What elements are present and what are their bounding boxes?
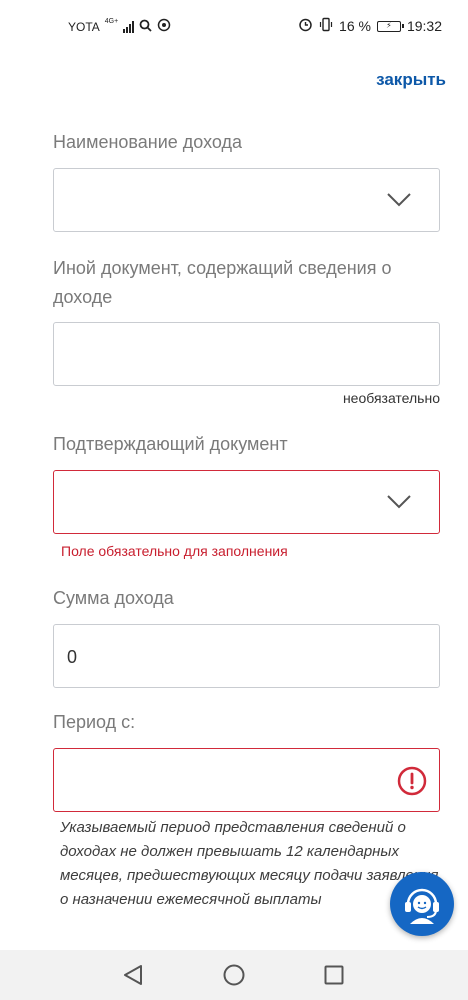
chevron-down-icon <box>387 495 411 509</box>
confirming-document-label: Подтверждающий документ <box>53 434 288 454</box>
required-error: Поле обязательно для заполнения <box>61 543 288 559</box>
support-operator-icon <box>405 888 439 924</box>
hotspot-icon <box>157 18 171 35</box>
status-right: 16 % ⚡ 19:32 <box>298 17 442 35</box>
support-chat-button[interactable] <box>390 872 454 936</box>
back-icon[interactable] <box>121 963 145 987</box>
income-amount-label: Сумма дохода <box>53 588 174 608</box>
clock: 19:32 <box>406 18 442 34</box>
signal-icon <box>123 20 135 33</box>
status-left: YOTA 4G+ <box>68 18 171 35</box>
home-icon[interactable] <box>222 963 246 987</box>
alarm-icon <box>298 17 313 35</box>
confirming-document-select[interactable] <box>53 470 440 534</box>
status-bar: YOTA 4G+ 16 % ⚡ 19:32 <box>0 0 468 54</box>
income-name-label: Наименование дохода <box>53 132 243 152</box>
vibrate-icon <box>319 17 333 35</box>
other-document-label: Иной документ, содержащий сведения о дох… <box>53 258 392 307</box>
other-document-input[interactable] <box>53 322 440 386</box>
battery-icon: ⚡ <box>376 20 404 32</box>
network-type: 4G+ <box>104 18 119 25</box>
period-hint: Указываемый период представления сведени… <box>60 819 439 908</box>
income-amount-value: 0 <box>67 647 78 667</box>
income-form: Наименование дохода Иной документ, содер… <box>0 112 468 950</box>
system-nav-bar <box>0 950 468 1000</box>
battery-percent: 16 % <box>339 18 371 34</box>
income-name-select[interactable] <box>53 168 440 232</box>
recents-icon[interactable] <box>322 963 346 987</box>
search-icon <box>139 19 152 35</box>
carrier-name: YOTA <box>68 19 100 34</box>
chevron-down-icon <box>387 193 411 207</box>
period-from-input[interactable] <box>53 748 440 812</box>
optional-note: необязательно <box>342 390 440 406</box>
period-from-label: Период с: <box>53 712 136 732</box>
close-link[interactable]: закрыть <box>376 70 446 90</box>
alert-circle-icon <box>397 766 427 796</box>
income-amount-input[interactable]: 0 <box>53 624 440 688</box>
